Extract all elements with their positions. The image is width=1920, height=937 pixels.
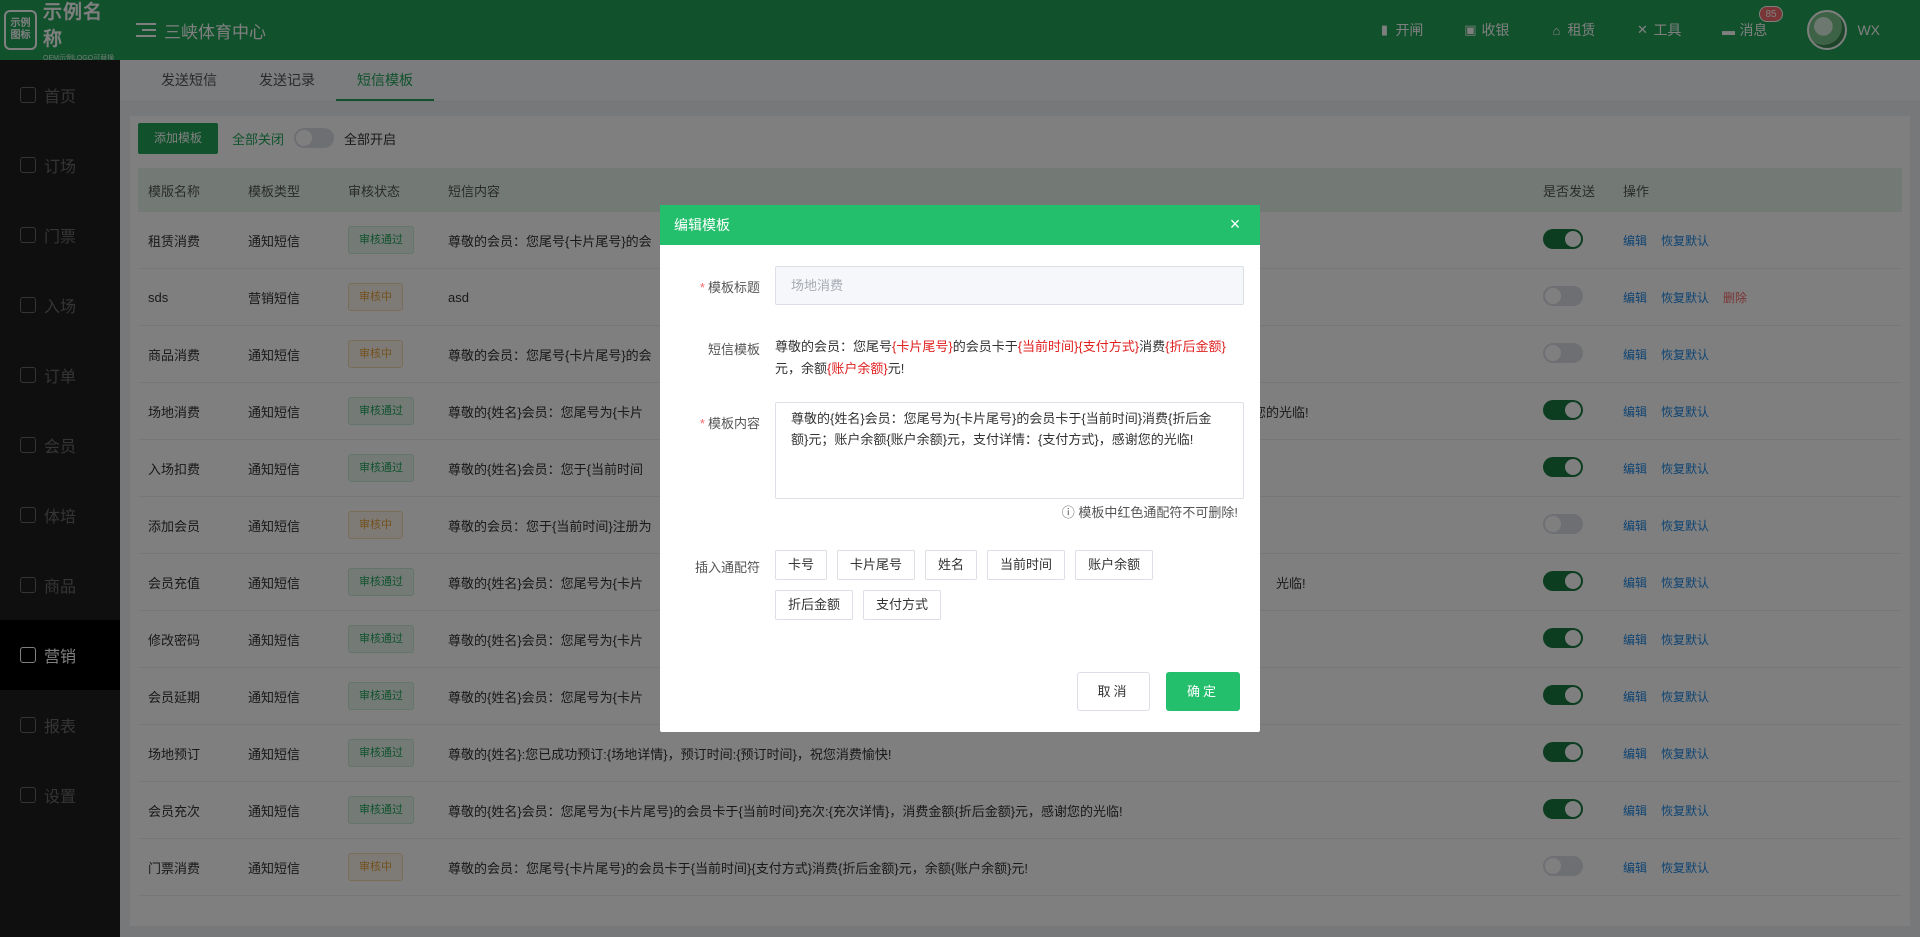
template-text-part: 元，余额 xyxy=(775,361,828,376)
dialog-title: 编辑模板 xyxy=(674,217,730,233)
wildcard-chip[interactable]: 折后金额 xyxy=(775,590,854,620)
wildcard-chip[interactable]: 支付方式 xyxy=(863,590,942,620)
wildcard-chip[interactable]: 卡片尾号 xyxy=(837,550,916,580)
sms-template-label: 短信模板 xyxy=(707,342,760,357)
wildcard-chip[interactable]: 卡号 xyxy=(775,550,828,580)
close-icon[interactable]: × xyxy=(1228,215,1242,233)
wildcard-hint: ⓘ 模板中红色通配符不可删除! xyxy=(1061,505,1238,520)
info-icon: ⓘ xyxy=(1061,505,1079,520)
template-wildcard: {当前时间}{支付方式} xyxy=(1017,339,1140,354)
sms-template-text: 尊敬的会员：您尾号{卡片尾号}的会员卡于{当前时间}{支付方式}消费{折后金额}… xyxy=(775,336,1245,380)
cancel-button[interactable]: 取消 xyxy=(1077,672,1150,711)
confirm-button[interactable]: 确定 xyxy=(1166,672,1240,711)
template-text-part: 尊敬的会员：您尾号 xyxy=(775,339,893,354)
template-wildcard: {账户余额} xyxy=(827,361,888,376)
template-text-part: 消费 xyxy=(1139,339,1166,354)
template-text-part: 的会员卡于 xyxy=(952,339,1018,354)
edit-template-dialog: 编辑模板 × * 模板标题 场地消费 短信模板 尊敬的会员：您尾号{卡片尾号}的会… xyxy=(660,205,1260,732)
content-field-label: * 模板内容 xyxy=(699,416,760,431)
template-title-input[interactable]: 场地消费 xyxy=(775,266,1244,305)
template-text-part: 元! xyxy=(887,361,905,376)
insert-wildcard-label: 插入通配符 xyxy=(694,560,760,575)
template-content-textarea[interactable]: 尊敬的{姓名}会员：您尾号为{卡片尾号}的会员卡于{当前时间}消费{折后金额}元… xyxy=(775,402,1244,499)
wildcard-chips: 卡号 卡片尾号 姓名 当前时间 账户余额折后金额 支付方式 xyxy=(775,550,1195,630)
template-wildcard: {卡片尾号} xyxy=(892,339,953,354)
dialog-header: 编辑模板 × xyxy=(660,205,1260,245)
wildcard-chip[interactable]: 账户余额 xyxy=(1075,550,1154,580)
template-wildcard: {折后金额} xyxy=(1165,339,1226,354)
wildcard-chip[interactable]: 姓名 xyxy=(925,550,978,580)
wildcard-chip[interactable]: 当前时间 xyxy=(987,550,1066,580)
title-field-label: * 模板标题 xyxy=(699,280,760,295)
